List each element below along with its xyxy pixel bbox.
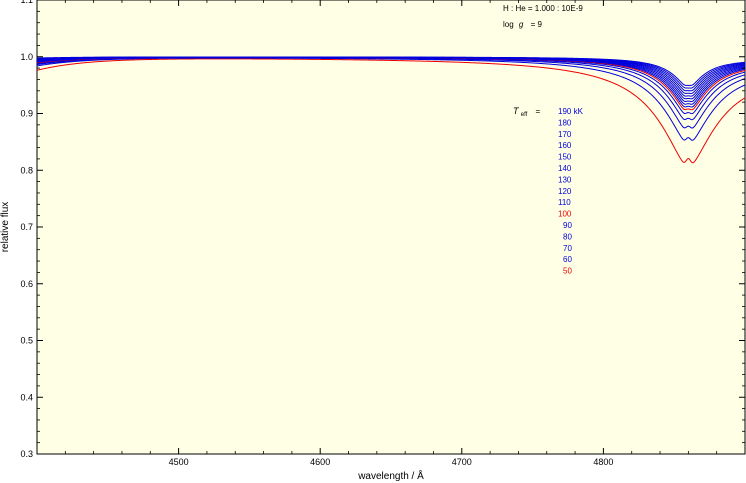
legend-item-160: 160 xyxy=(558,141,572,150)
y-tick-label: 0.5 xyxy=(20,336,33,346)
x-tick-label: 4700 xyxy=(452,457,472,467)
legend-item-90: 90 xyxy=(563,221,572,230)
legend-item-150: 150 xyxy=(558,153,572,162)
teff-symbol: T xyxy=(513,106,520,116)
composition-annotation: H : He = 1.000 : 10E-9 xyxy=(503,4,583,13)
x-tick-label: 4500 xyxy=(169,457,189,467)
y-axis-label: relative flux xyxy=(0,202,11,253)
x-axis-label: wavelength / Å xyxy=(357,469,424,482)
y-tick-label: 0.4 xyxy=(20,392,33,402)
y-tick-label: 0.6 xyxy=(20,279,33,289)
legend-item-80: 80 xyxy=(563,232,572,241)
legend-item-130: 130 xyxy=(558,175,572,184)
y-tick-label: 1.1 xyxy=(20,0,33,5)
legend-item-180: 180 xyxy=(558,118,572,127)
spectrum-chart: 4500 4600 4700 4800 0.3 0.4 0.5 0.6 0.7 0.8 0.9 1.0… xyxy=(0,0,746,482)
logg-annotation: log g = 9 xyxy=(503,20,543,29)
y-tick-label: 0.7 xyxy=(20,222,33,232)
legend-item-190: 190 kK xyxy=(558,107,584,116)
teff-subscript: eff xyxy=(521,112,528,118)
x-tick-label: 4600 xyxy=(310,457,330,467)
legend-item-140: 140 xyxy=(558,164,572,173)
legend-item-100: 100 xyxy=(558,210,572,219)
legend-item-70: 70 xyxy=(563,244,572,253)
legend-item-110: 110 xyxy=(558,198,571,207)
legend-item-170: 170 xyxy=(558,130,572,139)
legend-item-60: 60 xyxy=(563,255,572,264)
y-tick-label: 0.3 xyxy=(20,449,33,459)
logg-prefix: log xyxy=(503,20,514,29)
legend-item-120: 120 xyxy=(558,187,572,196)
y-tick-label: 0.9 xyxy=(20,109,33,119)
logg-value: = 9 xyxy=(531,20,543,29)
legend-item-50: 50 xyxy=(563,267,572,276)
logg-g: g xyxy=(519,20,524,29)
x-tick-label: 4800 xyxy=(593,457,613,467)
y-tick-label: 0.8 xyxy=(20,165,33,175)
y-tick-label: 1.0 xyxy=(20,52,33,62)
teff-equals: = xyxy=(536,107,541,116)
